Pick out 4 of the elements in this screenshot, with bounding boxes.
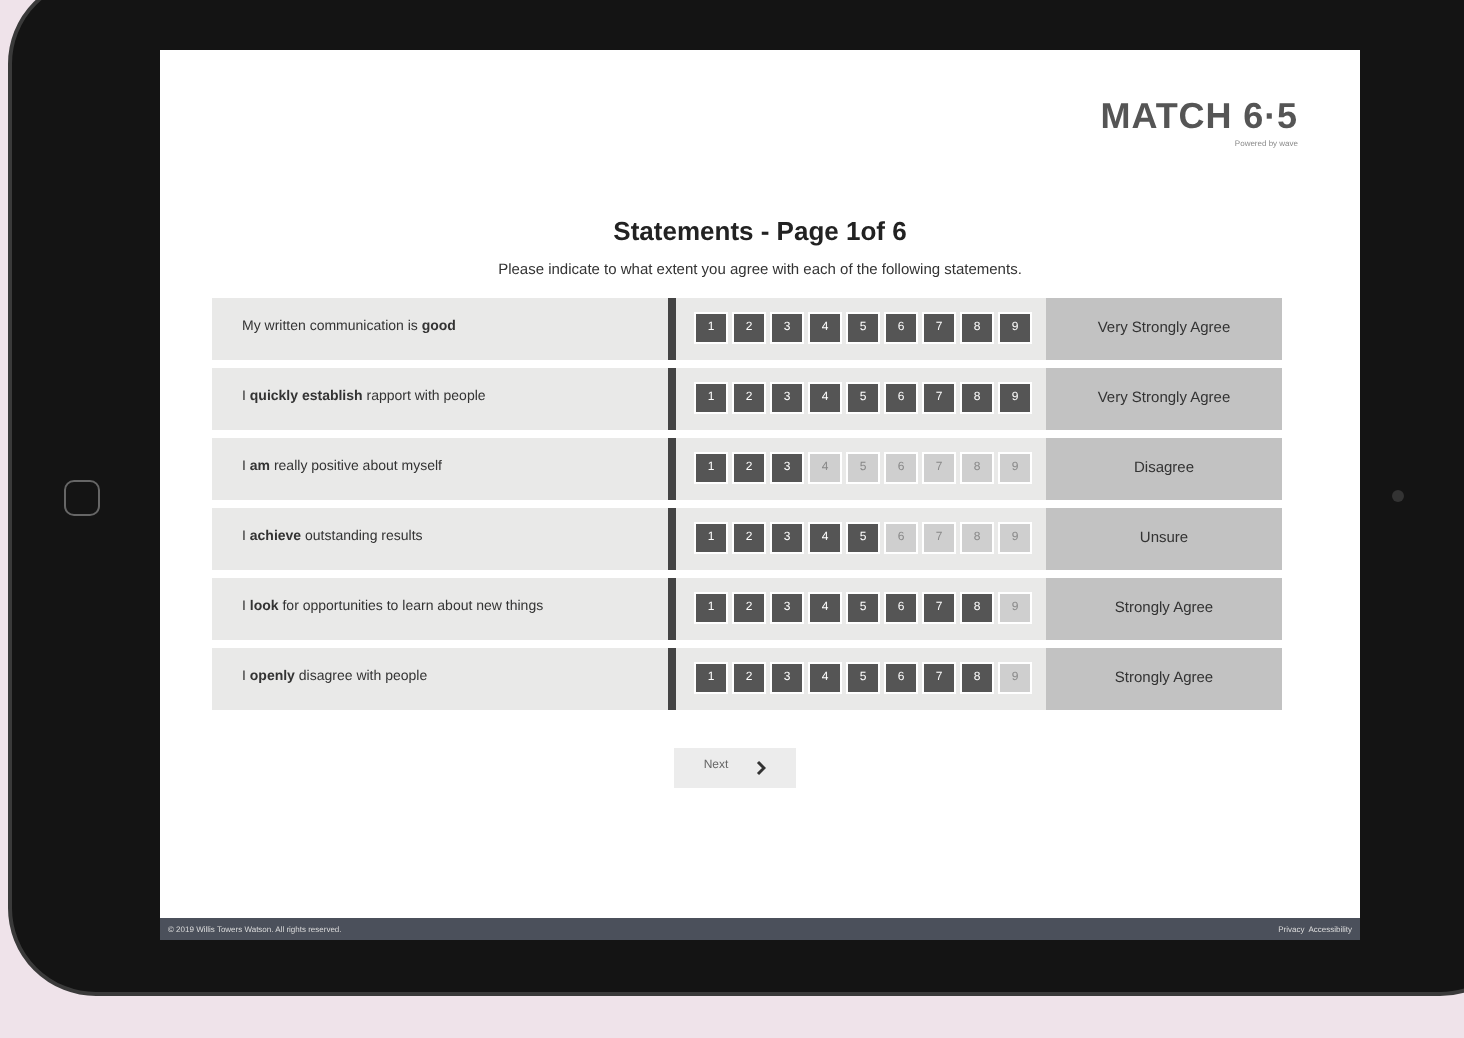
camera-icon (1392, 490, 1404, 502)
logo-text: MATCH 6·5 (1100, 98, 1298, 134)
chevron-right-icon (756, 759, 767, 775)
page-heading: Statements - Page 1of 6 (611, 218, 909, 244)
